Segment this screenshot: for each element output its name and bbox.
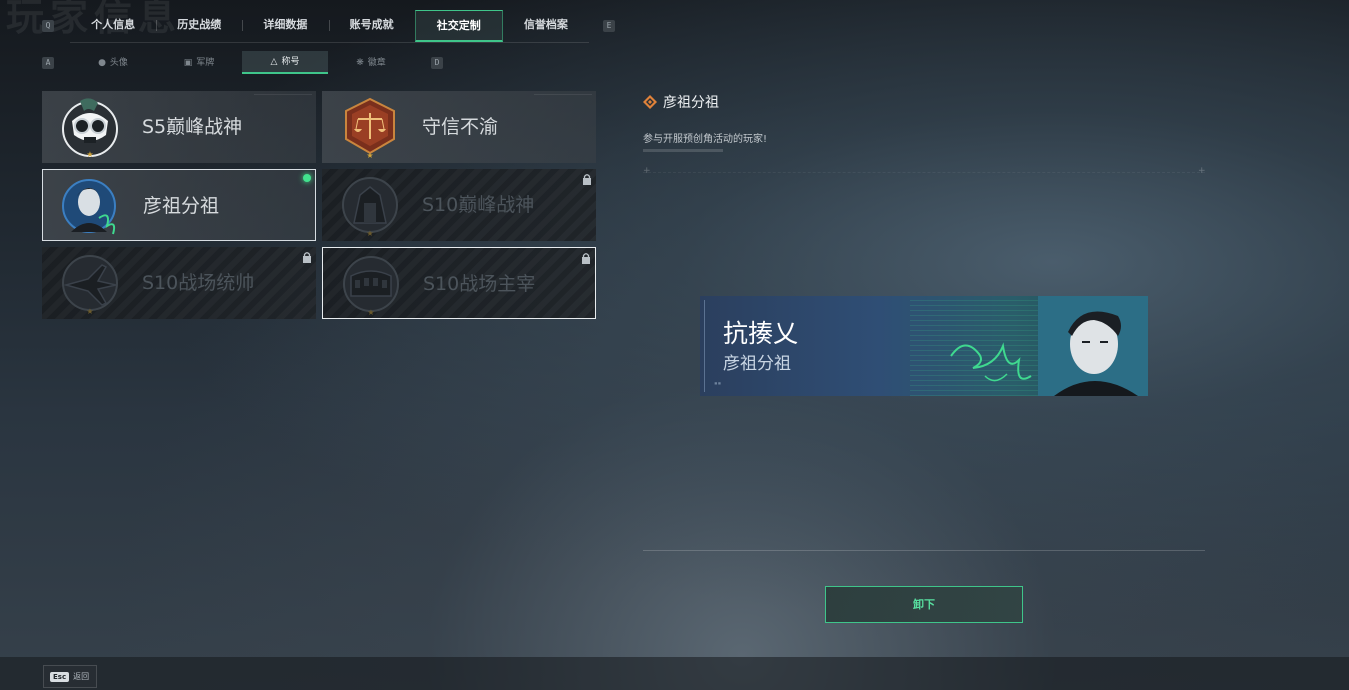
svg-text:★: ★ — [366, 151, 373, 159]
frame-corner-mark: + — [643, 166, 651, 176]
title-card-label: S10巅峰战神 — [422, 194, 535, 216]
title-card-label: 守信不渝 — [422, 116, 499, 138]
emblem-icon: ❋ — [356, 57, 364, 68]
svg-text:★: ★ — [86, 307, 93, 315]
subtab-badge-label: 徽章 — [367, 57, 386, 68]
triangle-icon: △ — [270, 56, 278, 67]
subtab-dogtag-label: 军牌 — [196, 57, 215, 68]
unequip-button[interactable]: 卸下 — [825, 586, 1023, 623]
tab-match-history[interactable]: 历史战绩 — [156, 10, 242, 42]
diamond-icon — [643, 95, 657, 109]
tab-achievements[interactable]: 账号成就 — [328, 10, 415, 42]
equipped-indicator — [303, 174, 311, 182]
subtab-avatar[interactable]: ● 头像 — [70, 51, 156, 74]
detail-divider — [643, 149, 723, 152]
subtab-title-label: 称号 — [281, 56, 300, 67]
subtab-avatar-label: 头像 — [109, 57, 128, 68]
back-label: 返回 — [73, 672, 90, 681]
tab-detailed-stats[interactable]: 详细数据 — [242, 10, 328, 42]
detail-title: 彦祖分祖 — [663, 95, 719, 111]
banner-title: 彦祖分祖 — [723, 354, 791, 374]
portrait-illustration — [1038, 296, 1148, 396]
subtab-title[interactable]: △ 称号 — [242, 51, 328, 74]
title-card-s10-commander[interactable]: ★ S10战场统帅 — [42, 247, 316, 319]
tab-personal-info[interactable]: 个人信息 — [70, 10, 156, 42]
title-card-label: S5巅峰战神 — [142, 116, 243, 138]
colosseum-emblem: ★ — [343, 256, 399, 316]
card-corner-deco — [534, 94, 592, 103]
prev-tab-key[interactable]: Q — [42, 20, 54, 32]
subtab-dogtag[interactable]: ▣ 军牌 — [156, 51, 242, 74]
title-banner-preview: 抗揍乂 彦祖分祖 ▪▪ — [700, 296, 1148, 396]
card-corner-deco — [254, 94, 312, 103]
svg-text:★: ★ — [86, 150, 93, 159]
lock-icon — [583, 174, 591, 185]
monument-emblem: ★ — [342, 177, 398, 237]
person-icon: ● — [98, 57, 106, 68]
title-card-keep-faith[interactable]: ★ 守信不渝 — [322, 91, 596, 163]
prev-subtab-key[interactable]: A — [42, 57, 54, 69]
title-card-label: 彦祖分祖 — [143, 195, 220, 217]
sub-tabs: ● 头像 ▣ 军牌 △ 称号 ❋ 徽章 — [70, 51, 414, 74]
tab-credit-record[interactable]: 信誉档案 — [503, 10, 589, 42]
svg-text:★: ★ — [367, 308, 374, 316]
subtab-badge[interactable]: ❋ 徽章 — [328, 51, 414, 74]
preview-frame-top — [643, 172, 1205, 173]
title-card-yanzu-fenzu[interactable]: 彦祖分祖 — [42, 169, 316, 241]
back-button[interactable]: Esc 返回 — [43, 665, 97, 688]
title-card-label: S10战场统帅 — [142, 272, 255, 294]
svg-text:★: ★ — [366, 229, 373, 237]
banner-code-mark: ▪▪ — [714, 380, 722, 387]
esc-key: Esc — [50, 671, 70, 682]
title-card-s5-peak-god[interactable]: ★ S5巅峰战神 — [42, 91, 316, 163]
title-card-s10-peak-god[interactable]: ★ S10巅峰战神 — [322, 169, 596, 241]
title-card-label: S10战场主宰 — [423, 273, 536, 295]
frame-corner-mark: + — [1198, 166, 1206, 176]
signature-graphic — [950, 342, 1032, 382]
banner-player-name: 抗揍乂 — [723, 319, 799, 348]
footer-bar — [0, 657, 1349, 690]
preview-frame-bottom — [643, 550, 1205, 551]
portrait-emblem — [62, 179, 116, 235]
next-tab-key[interactable]: E — [603, 20, 615, 32]
card-icon: ▣ — [183, 57, 193, 68]
aircraft-emblem: ★ — [62, 255, 118, 315]
detail-description: 参与开服预创角活动的玩家! — [643, 134, 768, 145]
main-tabs: 个人信息 历史战绩 详细数据 账号成就 社交定制 信誉档案 — [70, 10, 589, 43]
scales-emblem: ★ — [345, 97, 395, 159]
tab-social-customization[interactable]: 社交定制 — [414, 10, 503, 42]
detail-header: 彦祖分祖 — [643, 92, 719, 112]
lock-icon — [582, 253, 590, 264]
lock-icon — [303, 252, 311, 263]
skull-goggles-emblem: ★ — [62, 98, 118, 159]
title-card-s10-dominator[interactable]: ★ S10战场主宰 — [322, 247, 596, 319]
next-subtab-key[interactable]: D — [431, 57, 443, 69]
